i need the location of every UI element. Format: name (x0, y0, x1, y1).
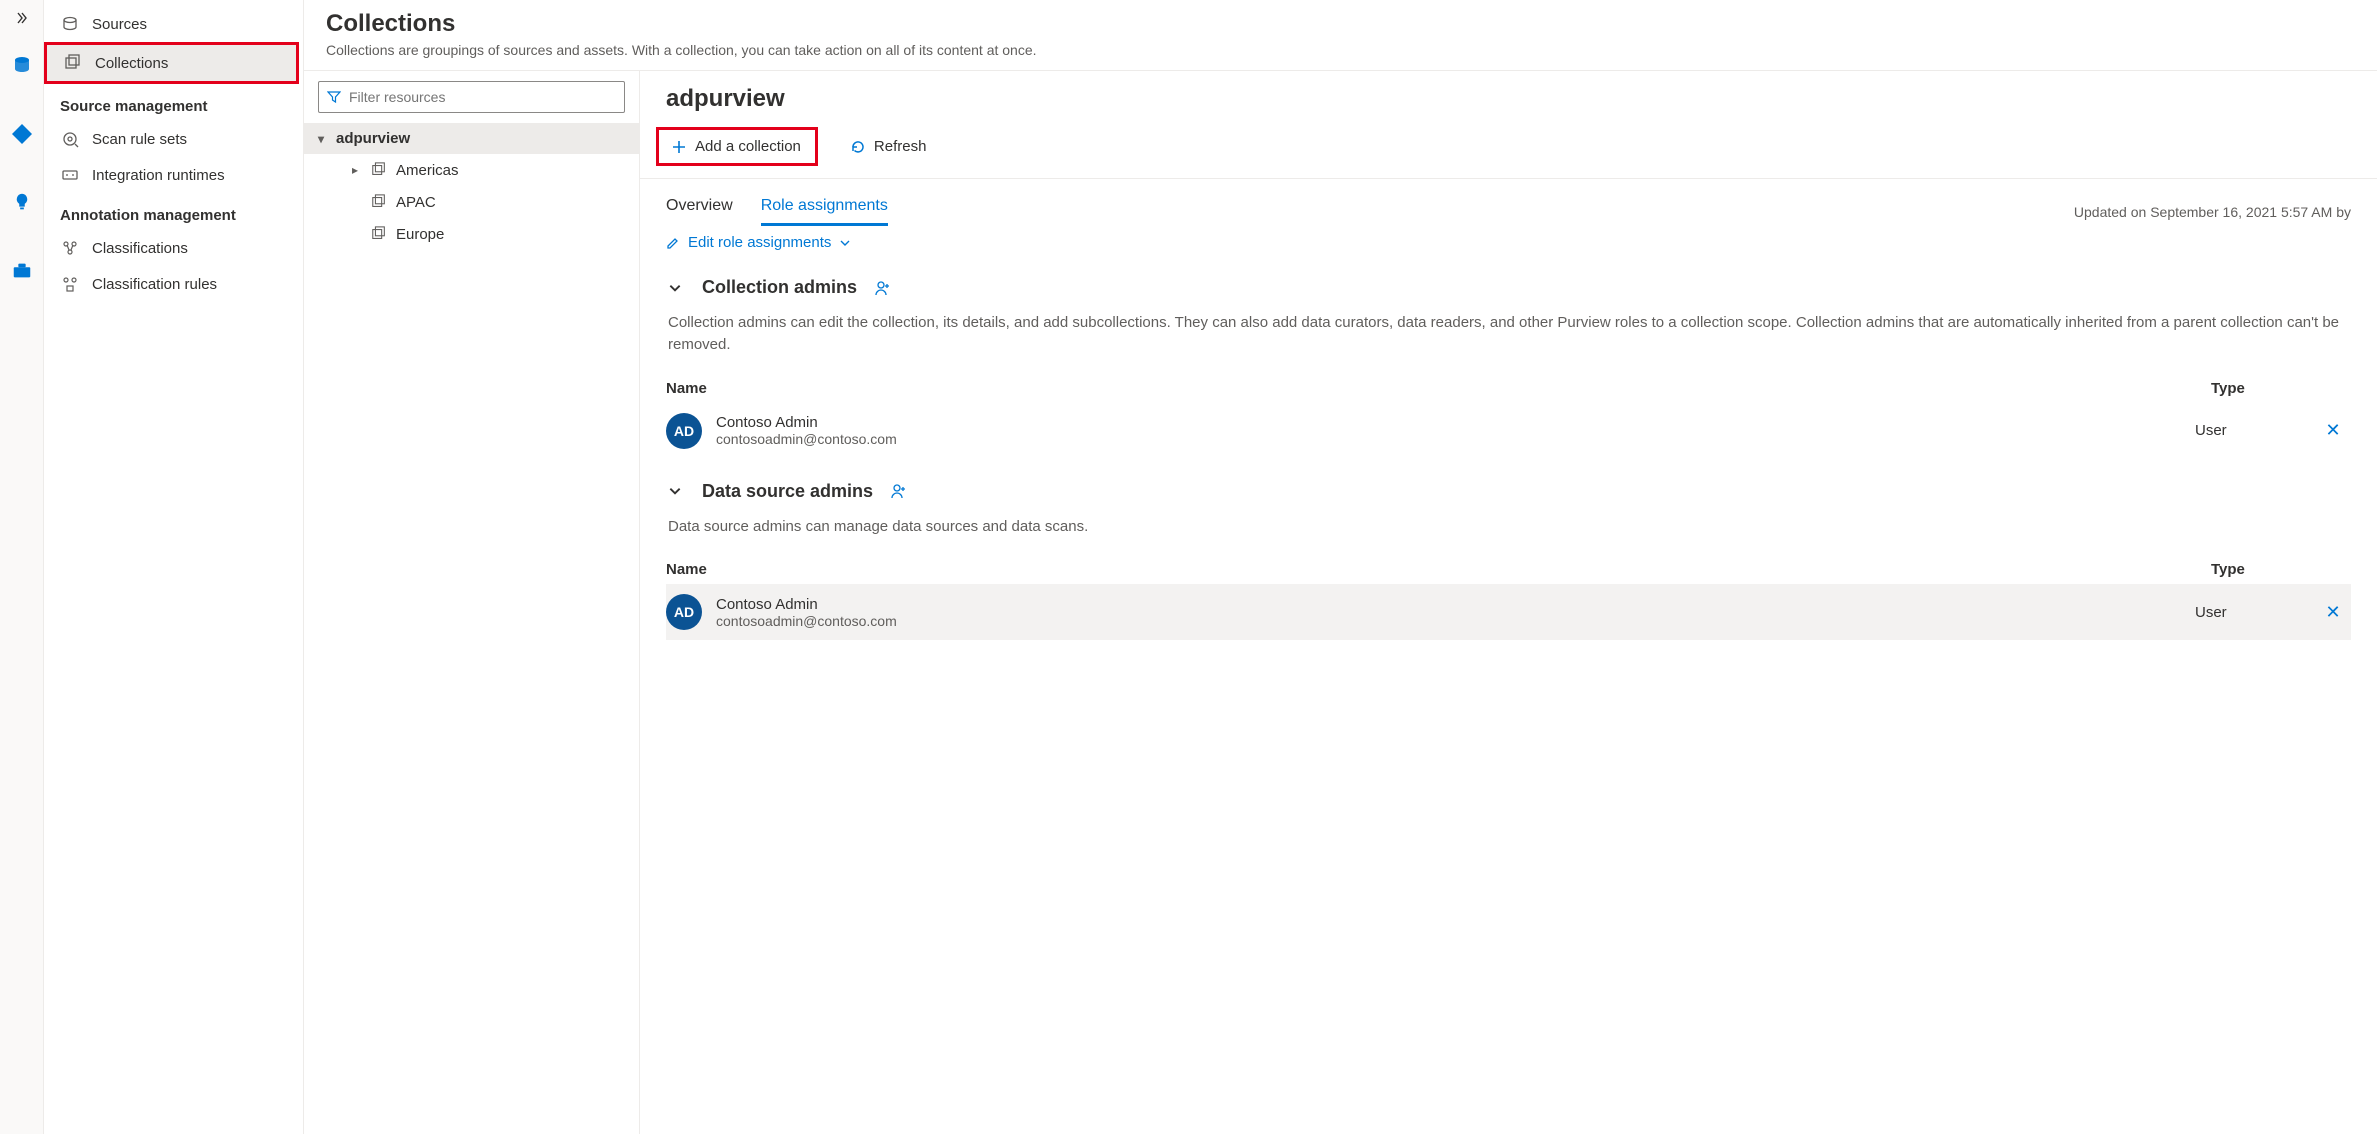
plus-icon (671, 139, 687, 155)
data-source-admins-title: Data source admins (702, 481, 873, 502)
expand-rail-button[interactable] (0, 4, 44, 32)
nav-label: Scan rule sets (92, 131, 187, 148)
avatar: AD (666, 594, 702, 630)
chevron-expand-icon (14, 10, 30, 26)
tree-item-americas[interactable]: ▸ Americas (304, 154, 639, 186)
nav-section-source-mgmt: Source management (44, 84, 303, 121)
rail-toolbox-icon[interactable] (4, 252, 40, 288)
collection-icon (370, 193, 388, 211)
sources-icon (60, 14, 80, 34)
person-name: Contoso Admin (716, 596, 2181, 613)
rail-database-icon[interactable] (4, 48, 40, 84)
person-type: User (2195, 422, 2305, 439)
left-icon-rail (0, 0, 44, 1134)
col-header-name: Name (666, 561, 2211, 578)
add-collection-highlight: Add a collection (656, 127, 818, 166)
tree-item-apac[interactable]: APAC (304, 186, 639, 218)
tree-panel: ▾ adpurview ▸ Americas APAC (304, 71, 640, 1134)
table-row: AD Contoso Admin contosoadmin@contoso.co… (666, 403, 2351, 459)
detail-panel: adpurview Add a collection Refresh (640, 71, 2377, 1134)
tree-item-label: Europe (396, 226, 444, 243)
collection-admins-table: Name Type AD Contoso Admin contosoadmin@… (666, 374, 2351, 459)
collection-icon (370, 161, 388, 179)
data-source-admins-desc: Data source admins can manage data sourc… (666, 502, 2351, 538)
nav-label: Sources (92, 16, 147, 33)
collections-highlight: Collections (44, 42, 299, 84)
edit-role-label: Edit role assignments (688, 234, 831, 251)
nav-sources[interactable]: Sources (44, 6, 303, 42)
scan-rules-icon (60, 129, 80, 149)
chevron-down-icon (839, 237, 851, 249)
table-row: AD Contoso Admin contosoadmin@contoso.co… (666, 584, 2351, 640)
add-person-button[interactable] (875, 280, 891, 296)
collection-icon (370, 225, 388, 243)
classification-rules-icon (60, 274, 80, 294)
page-subtitle: Collections are groupings of sources and… (326, 42, 2355, 58)
edit-icon (666, 236, 680, 250)
person-type: User (2195, 604, 2305, 621)
avatar: AD (666, 413, 702, 449)
remove-button[interactable]: ✕ (2319, 602, 2347, 623)
refresh-button[interactable]: Refresh (840, 132, 937, 161)
col-header-type: Type (2211, 380, 2351, 397)
add-collection-label: Add a collection (695, 138, 801, 155)
nav-scan-rule-sets[interactable]: Scan rule sets (44, 121, 303, 157)
nav-section-annotation-mgmt: Annotation management (44, 193, 303, 230)
add-person-button[interactable] (891, 483, 907, 499)
rail-flow-icon[interactable] (4, 116, 40, 152)
nav-integration-runtimes[interactable]: Integration runtimes (44, 157, 303, 193)
collection-admins-title: Collection admins (702, 277, 857, 298)
person-email: contosoadmin@contoso.com (716, 431, 2181, 447)
refresh-label: Refresh (874, 138, 927, 155)
rail-insight-icon[interactable] (4, 184, 40, 220)
tree-item-label: Americas (396, 162, 459, 179)
detail-title: adpurview (640, 71, 2377, 119)
left-nav: Sources Collections Source management Sc… (44, 0, 304, 1134)
detail-toolbar: Add a collection Refresh (640, 119, 2377, 179)
collections-icon (63, 53, 83, 73)
filter-icon (327, 90, 341, 104)
runtimes-icon (60, 165, 80, 185)
col-header-name: Name (666, 380, 2211, 397)
nav-classifications[interactable]: Classifications (44, 230, 303, 266)
nav-label: Integration runtimes (92, 167, 225, 184)
chevron-down-icon[interactable] (666, 484, 684, 498)
filter-input-field[interactable] (349, 89, 616, 105)
caret-down-icon[interactable]: ▾ (314, 132, 328, 146)
nav-collections[interactable]: Collections (47, 45, 296, 81)
tree-root-label: adpurview (336, 130, 410, 147)
page-header: Collections Collections are groupings of… (304, 0, 2377, 71)
classifications-icon (60, 238, 80, 258)
page-title: Collections (326, 10, 2355, 38)
filter-resources-input[interactable] (318, 81, 625, 113)
collection-admins-desc: Collection admins can edit the collectio… (666, 298, 2351, 356)
tree-root[interactable]: ▾ adpurview (304, 123, 639, 154)
nav-classification-rules[interactable]: Classification rules (44, 266, 303, 302)
collections-tree: ▾ adpurview ▸ Americas APAC (304, 119, 639, 250)
remove-button[interactable]: ✕ (2319, 420, 2347, 441)
updated-text: Updated on September 16, 2021 5:57 AM by (2074, 204, 2351, 220)
detail-tabs: Overview Role assignments Updated on Sep… (640, 179, 2377, 226)
person-email: contosoadmin@contoso.com (716, 613, 2181, 629)
nav-label: Classifications (92, 240, 188, 257)
tab-overview[interactable]: Overview (666, 197, 733, 226)
data-source-admins-section: Data source admins Data source admins ca… (640, 459, 2377, 641)
tab-role-assignments[interactable]: Role assignments (761, 197, 888, 226)
caret-right-icon[interactable]: ▸ (348, 163, 362, 177)
nav-label: Classification rules (92, 276, 217, 293)
person-name: Contoso Admin (716, 414, 2181, 431)
col-header-type: Type (2211, 561, 2351, 578)
tree-item-europe[interactable]: Europe (304, 218, 639, 250)
chevron-down-icon[interactable] (666, 281, 684, 295)
collection-admins-section: Collection admins Collection admins can … (640, 255, 2377, 459)
add-collection-button[interactable]: Add a collection (661, 132, 811, 161)
edit-role-assignments-link[interactable]: Edit role assignments (640, 226, 2377, 255)
refresh-icon (850, 139, 866, 155)
data-source-admins-table: Name Type AD Contoso Admin contosoadmin@… (666, 555, 2351, 640)
nav-label: Collections (95, 55, 168, 72)
tree-item-label: APAC (396, 194, 436, 211)
